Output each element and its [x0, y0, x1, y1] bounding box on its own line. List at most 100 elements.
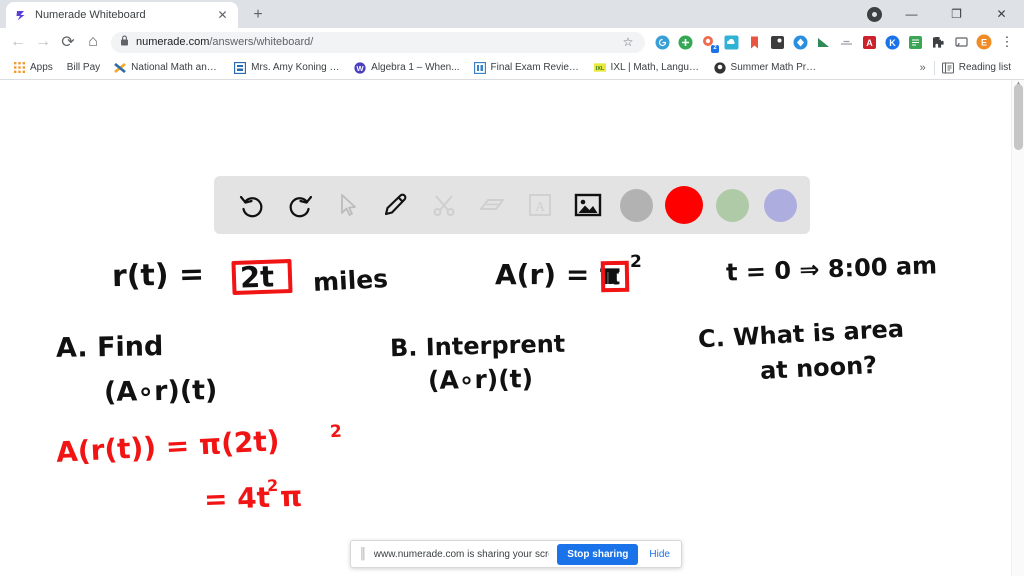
- ink-given-area-variable: r: [606, 261, 619, 291]
- sharing-message: www.numerade.com is sharing your screen.: [373, 548, 550, 560]
- extension-kami[interactable]: K: [881, 31, 903, 53]
- bookmark-label: Mrs. Amy Koning -...: [251, 62, 341, 73]
- new-tab-button[interactable]: +: [245, 2, 271, 28]
- browser-toolbar: ← → ⟳ ⌂ numerade.com/answers/whiteboard/…: [0, 28, 1024, 56]
- ink-part-c-line1: C. What is area: [697, 314, 905, 354]
- bookmark-apps[interactable]: Apps: [6, 58, 60, 78]
- whiteboard-toolbar: A: [214, 176, 810, 234]
- bookmark-item-summer-math[interactable]: Summer Math Pract...: [707, 58, 827, 78]
- browser-tab-strip: Numerade Whiteboard ✕ + — ❐ ✕: [0, 0, 1024, 28]
- extension-cast-green[interactable]: [812, 31, 834, 53]
- color-swatch-red-wrap[interactable]: [660, 181, 708, 229]
- classroom-icon: [234, 61, 247, 74]
- avatar: [866, 6, 882, 22]
- bookmark-item-national-math[interactable]: National Math and...: [107, 58, 227, 78]
- profile-avatar-button[interactable]: E: [973, 31, 995, 53]
- browser-tab-numerade[interactable]: Numerade Whiteboard ✕: [6, 2, 238, 28]
- bookmarks-overflow-button[interactable]: »: [912, 62, 934, 74]
- close-window-button[interactable]: ✕: [979, 0, 1024, 28]
- extension-gray-line[interactable]: [835, 31, 857, 53]
- extension-adobe-acrobat[interactable]: A: [858, 31, 880, 53]
- shapes-tool[interactable]: [420, 181, 468, 229]
- ink-part-b-line2: (A∘r)(t): [427, 364, 534, 395]
- ink-given-area-exponent: 2: [630, 252, 642, 272]
- ink-given-radius-value: 2t: [239, 259, 275, 295]
- bookmark-label: Final Exam Review -...: [490, 62, 580, 73]
- lock-icon: [120, 33, 129, 51]
- stop-sharing-button[interactable]: Stop sharing: [557, 543, 639, 565]
- svg-text:A: A: [866, 38, 873, 48]
- svg-text:A: A: [535, 200, 546, 215]
- undo-tool[interactable]: [228, 181, 276, 229]
- forward-icon[interactable]: →: [31, 30, 55, 54]
- bookmark-label: National Math and...: [131, 62, 221, 73]
- ink-given-time: t = 0 ⇒ 8:00 am: [725, 251, 938, 287]
- ink-work-line2-exponent: 2: [266, 475, 279, 496]
- address-bar[interactable]: numerade.com/answers/whiteboard/ ☆: [111, 30, 645, 54]
- extension-puzzle-icon[interactable]: [927, 31, 949, 53]
- maximize-button[interactable]: ❐: [934, 0, 979, 28]
- reload-icon[interactable]: ⟳: [56, 30, 80, 54]
- bookmark-label: IXL | Math, Languag...: [610, 62, 700, 73]
- bookmark-label: Algebra 1 – When...: [371, 62, 460, 73]
- color-swatch-gray[interactable]: [619, 188, 653, 222]
- url-text: numerade.com/answers/whiteboard/: [136, 36, 613, 48]
- hide-sharing-button[interactable]: Hide: [646, 549, 673, 560]
- profile-avatar[interactable]: [859, 0, 889, 28]
- browser-menu-icon[interactable]: ⋮: [996, 31, 1018, 53]
- extension-bookmark-red[interactable]: [743, 31, 765, 53]
- numerade-logo-icon: [14, 8, 28, 22]
- color-swatch-red[interactable]: [665, 186, 703, 224]
- ink-work-line2-tail: π: [279, 479, 303, 514]
- extension-screencastify[interactable]: 2: [697, 31, 719, 53]
- bookmark-item-ixl[interactable]: IXL IXL | Math, Languag...: [587, 58, 707, 78]
- bookmark-label: Summer Math Pract...: [730, 62, 820, 73]
- extensions-row: 2 A K E ⋮: [651, 31, 1018, 53]
- bookmark-item-bill-pay[interactable]: Bill Pay: [60, 58, 107, 78]
- whiteboard-page: A r(t) = 2t miles A(r) = π r 2 t = 0 ⇒ 8…: [0, 80, 1024, 576]
- text-tool[interactable]: A: [516, 181, 564, 229]
- bookmark-item-final-exam-review[interactable]: Final Exam Review -...: [467, 58, 587, 78]
- ink-given-radius-unit: miles: [312, 264, 389, 297]
- color-swatch-purple-wrap[interactable]: [756, 181, 804, 229]
- scrollbar-thumb[interactable]: [1014, 84, 1023, 150]
- extension-save-cloud[interactable]: [720, 31, 742, 53]
- classroom-icon: [473, 61, 486, 74]
- image-tool[interactable]: [564, 181, 612, 229]
- bookmark-item-mrs-amy-koning[interactable]: Mrs. Amy Koning -...: [227, 58, 347, 78]
- ink-part-b-line1: B. Interprent: [389, 329, 566, 363]
- color-swatch-purple[interactable]: [763, 188, 797, 222]
- extension-add-green[interactable]: [674, 31, 696, 53]
- apps-grid-icon: [13, 62, 25, 74]
- back-icon[interactable]: ←: [6, 30, 30, 54]
- color-swatch-gray-wrap[interactable]: [612, 181, 660, 229]
- extension-cast-icon[interactable]: [950, 31, 972, 53]
- url-host: numerade.com: [136, 36, 210, 48]
- ink-work-line1-exponent: 2: [329, 421, 343, 443]
- color-swatch-green-wrap[interactable]: [708, 181, 756, 229]
- select-cursor-tool[interactable]: [324, 181, 372, 229]
- svg-text:IXL: IXL: [595, 66, 604, 72]
- close-icon[interactable]: ✕: [215, 8, 230, 23]
- bookmarks-bar: Apps Bill Pay National Math and... Mrs. …: [0, 56, 1024, 80]
- extension-dark-square[interactable]: [766, 31, 788, 53]
- svg-text:W: W: [357, 64, 365, 73]
- color-swatch-green[interactable]: [715, 188, 749, 222]
- ink-given-radius: r(t) =: [111, 256, 205, 295]
- minimize-button[interactable]: —: [889, 0, 934, 28]
- eraser-tool[interactable]: [468, 181, 516, 229]
- extension-blue-diamond[interactable]: [789, 31, 811, 53]
- pencil-tool[interactable]: [372, 181, 420, 229]
- bookmark-star-icon[interactable]: ☆: [620, 30, 636, 54]
- reading-list-button[interactable]: Reading list: [935, 58, 1018, 78]
- bookmark-item-algebra-1[interactable]: W Algebra 1 – When...: [347, 58, 466, 78]
- redo-tool[interactable]: [276, 181, 324, 229]
- drag-grip-icon[interactable]: ║: [359, 548, 367, 560]
- extension-grammarly[interactable]: [651, 31, 673, 53]
- ink-part-c-line2: at noon?: [759, 350, 878, 386]
- extension-green-note[interactable]: [904, 31, 926, 53]
- window-controls: — ❐ ✕: [859, 0, 1024, 28]
- home-icon[interactable]: ⌂: [81, 30, 105, 54]
- page-scrollbar[interactable]: ▲: [1011, 80, 1024, 576]
- ink-part-a-line2: (A∘r)(t): [103, 375, 218, 408]
